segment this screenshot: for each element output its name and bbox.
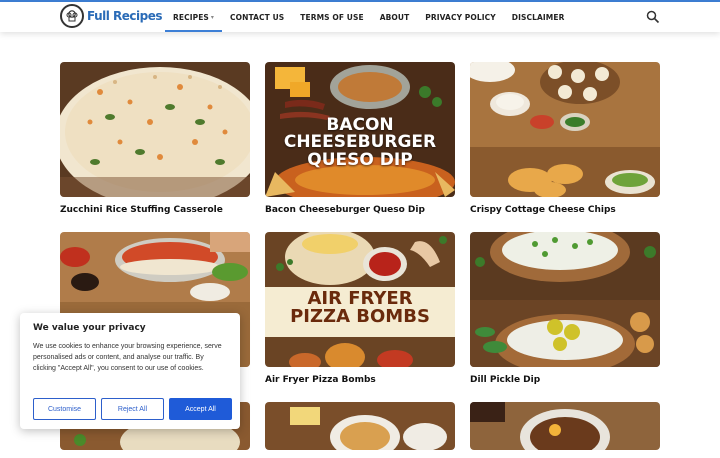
image-overlay-title: BACON CHEESEBURGER QUESO DIP	[265, 116, 455, 170]
nav-item-contact-us[interactable]: CONTACT US	[222, 2, 292, 32]
recipe-title[interactable]: Zucchini Rice Stuffing Casserole	[60, 205, 250, 215]
overlay-line: QUESO DIP	[307, 149, 413, 170]
recipe-card[interactable]: Zucchini Rice Stuffing Casserole	[60, 62, 250, 215]
recipe-title[interactable]: Bacon Cheeseburger Queso Dip	[265, 205, 455, 215]
recipe-image[interactable]	[470, 402, 660, 450]
nav-item-privacy-policy[interactable]: PRIVACY POLICY	[417, 2, 504, 32]
recipe-card[interactable]: AIR FRYER PIZZA BOMBS Air Fryer Pizza Bo…	[265, 232, 455, 385]
customise-button[interactable]: Customise	[33, 398, 96, 420]
logo-text: Full Recipes	[87, 9, 163, 23]
recipe-image[interactable]	[60, 62, 250, 197]
recipe-image[interactable]	[265, 402, 455, 450]
recipe-image[interactable]	[470, 62, 660, 197]
recipe-image[interactable]	[470, 232, 660, 367]
recipe-image[interactable]: AIR FRYER PIZZA BOMBS	[265, 232, 455, 367]
reject-all-button[interactable]: Reject All	[101, 398, 164, 420]
nav-item-label: ABOUT	[379, 12, 410, 22]
nav-item-label: RECIPES	[173, 12, 209, 22]
nav-item-label: DISCLAIMER	[511, 12, 565, 22]
site-header: Full Recipes RECIPES ▾ CONTACT US TERMS O…	[0, 2, 720, 32]
recipe-card[interactable]: Dill Pickle Dip	[470, 232, 660, 385]
recipe-image[interactable]: BACON CHEESEBURGER QUESO DIP	[265, 62, 455, 197]
nav-item-label: PRIVACY POLICY	[425, 12, 496, 22]
chevron-down-icon: ▾	[210, 13, 215, 21]
nav-item-recipes[interactable]: RECIPES ▾	[165, 2, 223, 32]
cookie-banner-actions: Customise Reject All Accept All	[33, 398, 232, 420]
search-icon[interactable]	[646, 10, 660, 24]
nav-item-disclaimer[interactable]: DISCLAIMER	[504, 2, 573, 32]
accept-all-button[interactable]: Accept All	[169, 398, 232, 420]
image-overlay-title: AIR FRYER PIZZA BOMBS	[265, 289, 455, 328]
recipe-card[interactable]: Crispy Cottage Cheese Chips	[470, 62, 660, 215]
recipe-title[interactable]: Crispy Cottage Cheese Chips	[470, 205, 660, 215]
chef-hat-icon	[60, 4, 84, 28]
main-nav: RECIPES ▾ CONTACT US TERMS OF USE ABOUT P…	[165, 2, 572, 32]
cookie-banner-text: We use cookies to enhance your browsing …	[33, 343, 222, 372]
site-logo[interactable]: Full Recipes	[60, 4, 163, 28]
recipe-title[interactable]: Air Fryer Pizza Bombs	[265, 375, 455, 385]
nav-item-about[interactable]: ABOUT	[372, 2, 418, 32]
overlay-line: PIZZA BOMBS	[290, 306, 430, 328]
recipe-card[interactable]: BACON CHEESEBURGER QUESO DIP Bacon Chees…	[265, 62, 455, 215]
nav-item-label: TERMS OF USE	[300, 12, 364, 22]
recipe-title[interactable]: Dill Pickle Dip	[470, 375, 660, 385]
cookie-consent-banner: We value your privacy We use cookies to …	[20, 313, 240, 429]
nav-item-label: CONTACT US	[230, 12, 285, 22]
cookie-banner-title: We value your privacy	[33, 323, 146, 333]
nav-item-terms-of-use[interactable]: TERMS OF USE	[292, 2, 371, 32]
